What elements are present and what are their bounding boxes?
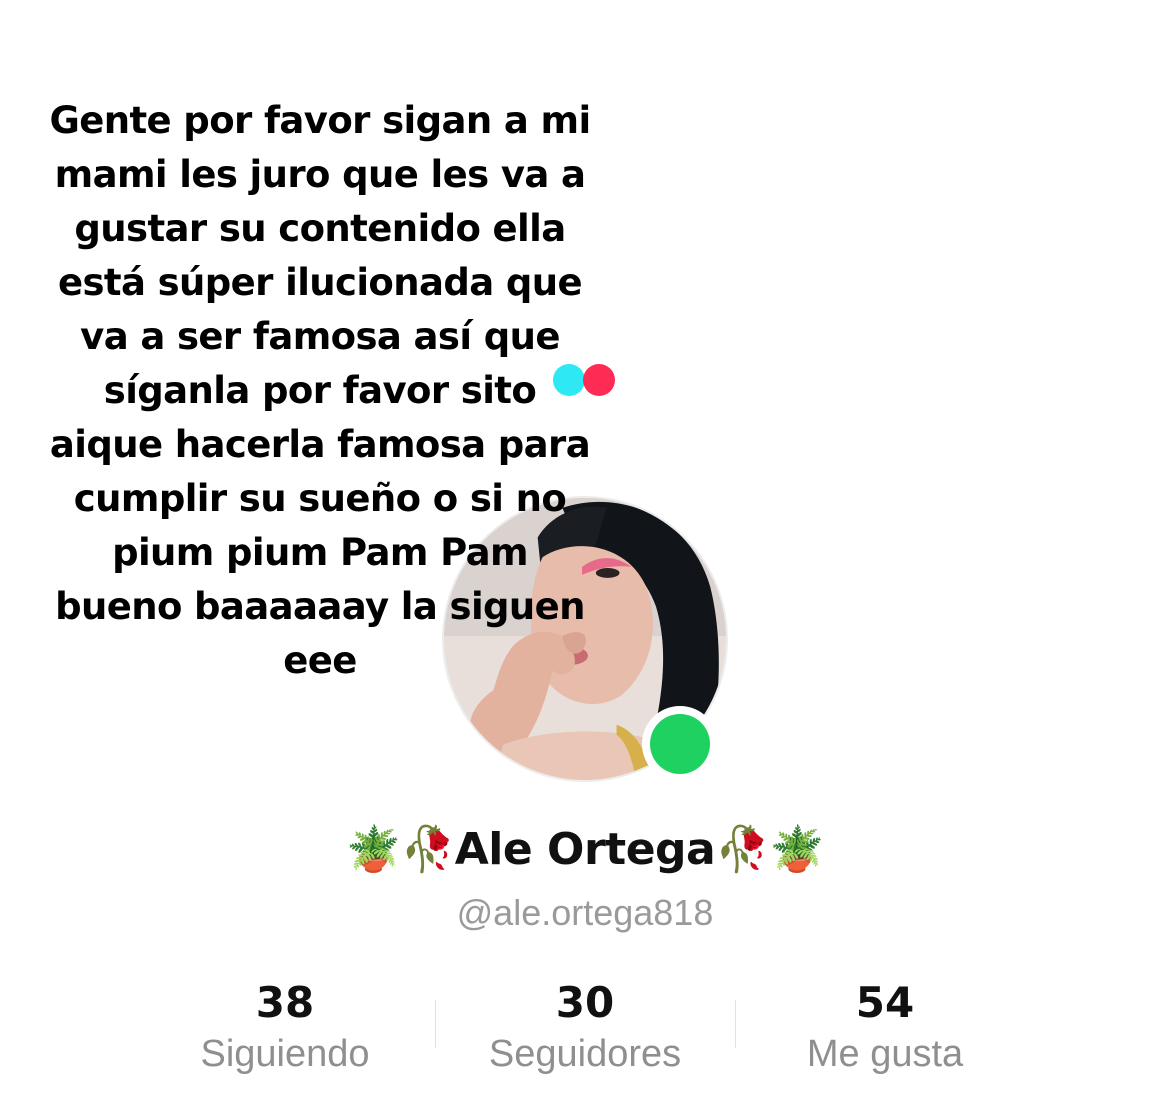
profile-screen: Gente por favor sigan a mi mami les juro…: [0, 0, 1170, 1098]
caption-line: Gente por favor sigan a mi: [49, 99, 591, 142]
stat-followers-count: 30: [555, 978, 615, 1027]
profile-stats: 38 Siguiendo 30 Seguidores 54 Me gusta: [135, 974, 1035, 1084]
stat-likes: 54 Me gusta: [735, 974, 1035, 1084]
profile-display-name: 🪴🥀Ale Ortega🥀🪴: [346, 824, 824, 875]
stat-following-label: Siguiendo: [200, 1033, 370, 1075]
caption-line: bueno baaaaaay la siguen: [55, 585, 585, 628]
stat-followers-label: Seguidores: [488, 1033, 682, 1075]
profile-handle: @ale.ortega818: [456, 892, 714, 933]
online-status-dot: [650, 714, 710, 774]
caption-line: pium pium Pam Pam: [112, 531, 528, 574]
stat-followers[interactable]: 30 Seguidores: [435, 974, 735, 1084]
stat-following[interactable]: 38 Siguiendo: [135, 974, 435, 1084]
caption-line: está súper ilucionada que: [57, 261, 583, 304]
caption-line: eee: [283, 639, 357, 682]
caption-line: gustar su contenido ella: [74, 207, 566, 250]
stat-likes-label: Me gusta: [806, 1033, 964, 1075]
stat-likes-count: 54: [855, 978, 915, 1027]
caption-line: va a ser famosa así que: [80, 315, 560, 358]
caption-overlay: Gente por favor sigan a mi mami les juro…: [40, 94, 600, 688]
stat-following-count: 38: [255, 978, 315, 1027]
online-status-indicator: [642, 706, 718, 782]
caption-line: síganla por favor sito: [103, 369, 537, 412]
caption-line: mami les juro que les va a: [54, 153, 586, 196]
caption-line: cumplir su sueño o si no: [73, 477, 567, 520]
caption-line: aique hacerla famosa para: [49, 423, 591, 466]
